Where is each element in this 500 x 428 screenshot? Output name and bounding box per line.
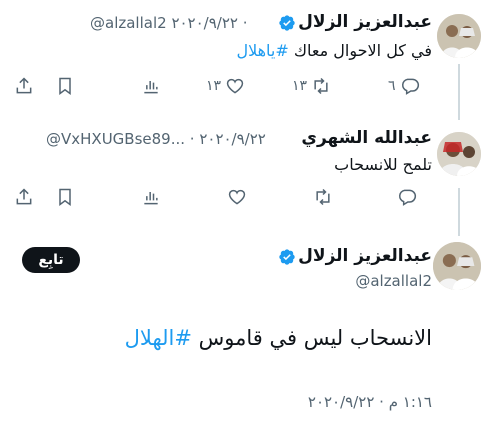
follow-button[interactable]: تابِع: [22, 247, 80, 273]
thread-line: [458, 188, 460, 236]
tweet-text: في كل الاحوال معاك #ياهلال: [236, 41, 432, 60]
retweet-button[interactable]: [313, 187, 333, 207]
reply-icon: [401, 78, 419, 95]
verified-badge-icon: [279, 15, 295, 31]
tweet-text: تلمح للانسحاب: [334, 155, 432, 174]
share-button[interactable]: [14, 187, 34, 207]
tweet-text: الانسحاب ليس في قاموس #الهلال: [125, 326, 432, 350]
retweet-button[interactable]: ١٣: [292, 76, 331, 96]
views-button[interactable]: [141, 187, 161, 207]
hashtag-link[interactable]: #الهلال: [125, 326, 192, 350]
avatar[interactable]: [437, 14, 481, 58]
like-button[interactable]: ١٣: [206, 76, 245, 96]
bookmark-button[interactable]: [55, 76, 75, 96]
author-name[interactable]: عبدالعزيز الزلال: [298, 246, 432, 266]
share-button[interactable]: [14, 76, 34, 96]
reply-icon: [399, 189, 417, 206]
thread-line: [458, 64, 460, 120]
retweet-count: ١٣: [292, 78, 308, 94]
handle-and-date[interactable]: @alzallal2 ٢٠٢٠/٩/٢٢ ·: [90, 14, 248, 32]
bookmark-button[interactable]: [55, 187, 75, 207]
avatar[interactable]: [433, 242, 481, 290]
views-icon: [144, 81, 158, 94]
reply-button[interactable]: ٦: [388, 76, 420, 96]
like-count: ١٣: [206, 78, 222, 94]
share-icon: [16, 188, 32, 205]
tweet-timestamp[interactable]: ١:١٦ م · ٢٠٢٠/٩/٢٢: [308, 393, 432, 411]
verified-badge-icon: [279, 249, 295, 265]
hashtag-link[interactable]: #ياهلال: [236, 41, 288, 60]
like-button[interactable]: [227, 187, 247, 207]
author-name[interactable]: عبدالله الشهري: [301, 128, 432, 148]
share-icon: [16, 77, 32, 94]
like-icon: [228, 189, 246, 205]
like-icon: [226, 78, 244, 94]
author-name[interactable]: عبدالعزيز الزلال: [298, 12, 432, 32]
retweet-icon: [314, 77, 328, 95]
avatar[interactable]: [437, 132, 481, 176]
tweet-text-plain: في كل الاحوال معاك: [288, 41, 432, 60]
views-icon: [144, 192, 158, 205]
bookmark-icon: [59, 77, 71, 95]
bookmark-icon: [59, 188, 71, 206]
views-button[interactable]: [141, 76, 161, 96]
retweet-icon: [316, 188, 330, 206]
reply-count: ٦: [388, 78, 396, 94]
reply-button[interactable]: [397, 187, 417, 207]
handle-and-date[interactable]: @VxHXUGBse89... · ٢٠٢٠/٩/٢٢: [46, 130, 266, 148]
author-handle[interactable]: @alzallal2: [355, 272, 432, 290]
tweet-text-plain: الانسحاب ليس في قاموس: [191, 326, 432, 350]
